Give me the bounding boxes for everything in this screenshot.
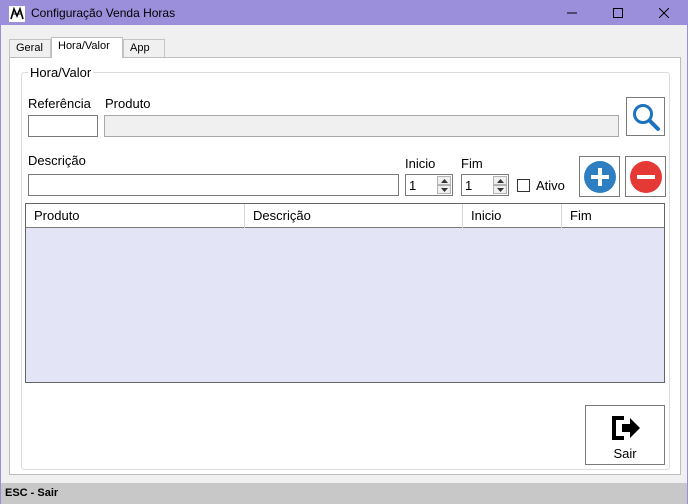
produto-label: Produto (105, 96, 151, 111)
exit-icon (612, 416, 640, 440)
inicio-stepper[interactable]: 1 (405, 174, 453, 196)
maximize-button[interactable] (595, 1, 641, 25)
column-header-descricao[interactable]: Descrição (245, 204, 463, 228)
status-text: ESC - Sair (5, 487, 59, 499)
remove-icon (629, 160, 662, 193)
fim-down-button[interactable] (493, 185, 507, 194)
tab-hora-valor[interactable]: Hora/Valor (51, 37, 123, 58)
fim-up-button[interactable] (493, 176, 507, 185)
column-header-fim[interactable]: Fim (562, 204, 664, 228)
sair-button[interactable]: Sair (585, 405, 665, 465)
close-icon (659, 8, 669, 18)
arrow-down-icon (440, 187, 448, 192)
search-produto-button[interactable] (626, 97, 665, 136)
arrow-up-icon (496, 178, 504, 183)
minimize-icon (567, 12, 577, 14)
search-icon (632, 103, 660, 131)
produto-field (104, 115, 619, 137)
maximize-icon (613, 8, 623, 18)
add-button[interactable] (579, 156, 620, 197)
inicio-up-button[interactable] (437, 176, 451, 185)
fim-value: 1 (465, 178, 473, 193)
referencia-label: Referência (28, 96, 91, 111)
remove-button[interactable] (625, 156, 666, 197)
main-window: Configuração Venda Horas Geral Hora/Valo… (0, 0, 688, 504)
group-title: Hora/Valor (28, 65, 94, 80)
arrow-down-icon (496, 187, 504, 192)
tab-app[interactable]: App (123, 39, 165, 57)
fim-stepper[interactable]: 1 (461, 174, 509, 196)
app-logo-icon (9, 6, 25, 22)
column-header-inicio[interactable]: Inicio (463, 204, 562, 228)
status-bar: ESC - Sair (1, 483, 687, 504)
grid-header: Produto Descrição Inicio Fim (26, 204, 664, 228)
column-header-produto[interactable]: Produto (26, 204, 245, 228)
minimize-button[interactable] (549, 1, 595, 25)
ativo-label: Ativo (536, 178, 565, 193)
descricao-input[interactable] (28, 174, 399, 196)
inicio-value: 1 (409, 178, 417, 193)
fim-label: Fim (461, 156, 483, 171)
referencia-input[interactable] (28, 115, 98, 137)
close-button[interactable] (641, 1, 687, 25)
arrow-up-icon (440, 178, 448, 183)
inicio-down-button[interactable] (437, 185, 451, 194)
descricao-label: Descrição (28, 153, 86, 168)
tab-geral[interactable]: Geral (9, 39, 51, 57)
ativo-checkbox[interactable] (517, 179, 530, 192)
sair-label: Sair (613, 446, 637, 461)
add-icon (583, 160, 616, 193)
inicio-label: Inicio (405, 156, 436, 171)
horas-grid[interactable]: Produto Descrição Inicio Fim (25, 203, 665, 383)
window-title: Configuração Venda Horas (31, 6, 176, 20)
title-bar[interactable]: Configuração Venda Horas (1, 1, 687, 25)
